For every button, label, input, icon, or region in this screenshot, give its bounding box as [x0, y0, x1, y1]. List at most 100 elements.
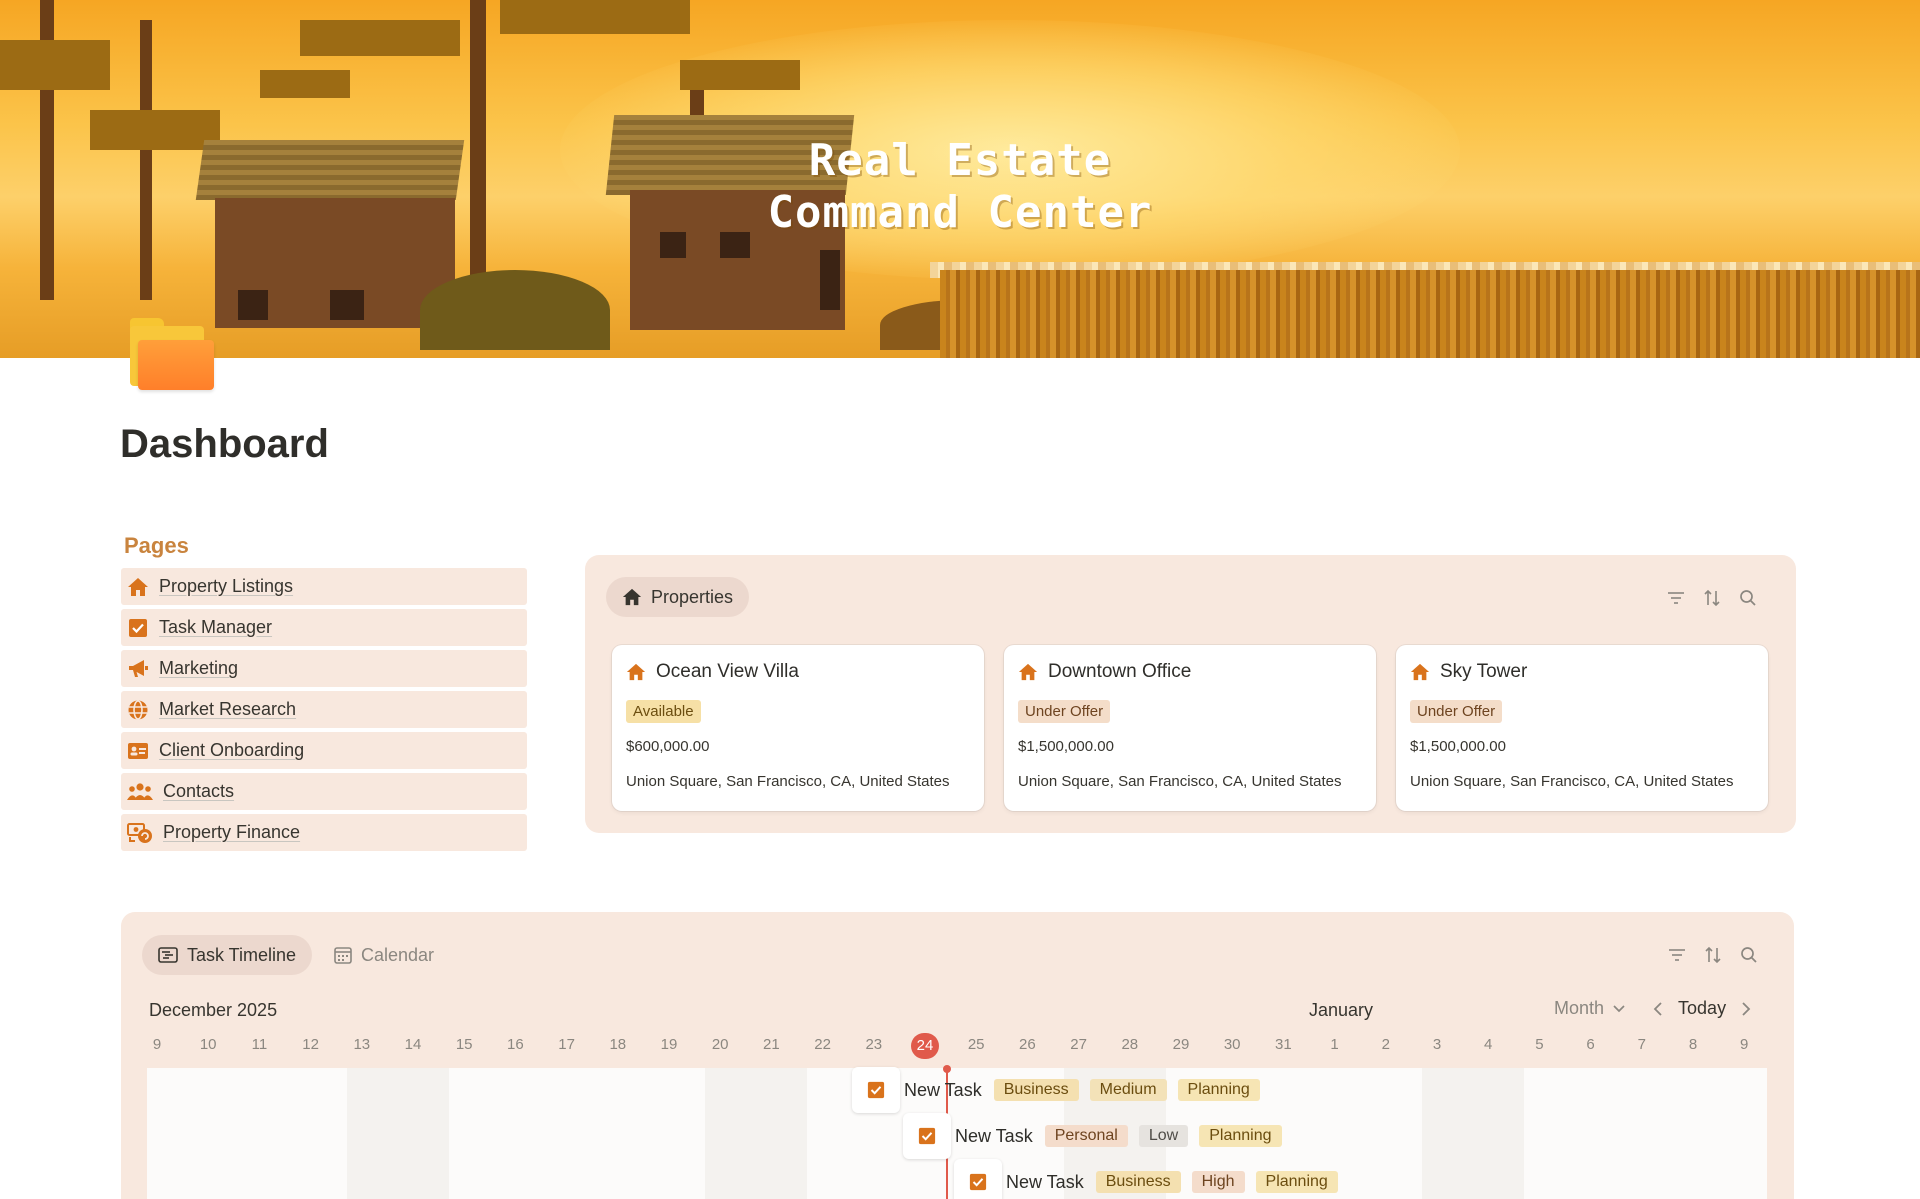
nav-label: Property Finance [163, 822, 301, 842]
status-badge: Under Offer [1018, 700, 1111, 723]
nav-item-task-manager[interactable]: Task Manager [121, 609, 527, 646]
card-title: Downtown Office [1018, 661, 1191, 683]
day-label: 5 [1535, 1036, 1544, 1053]
timeline-task[interactable]: New Task Business Medium Planning [852, 1067, 1271, 1113]
day-label: 23 [865, 1036, 883, 1053]
nav-item-client-onboarding[interactable]: Client Onboarding [121, 732, 527, 769]
scale-dropdown[interactable]: Month [1554, 998, 1626, 1019]
timeline-icon [158, 947, 178, 963]
nav-item-contacts[interactable]: Contacts [121, 773, 527, 810]
nav-item-market-research[interactable]: Market Research [121, 691, 527, 728]
house-icon [1410, 662, 1430, 682]
pages-nav: Property Listings Task Manager Marketing… [121, 568, 527, 855]
day-label: 19 [660, 1036, 678, 1053]
tag-category: Business [1095, 1171, 1181, 1193]
nav-label: Task Manager [159, 617, 273, 637]
checkbox-icon [903, 1113, 951, 1159]
tag-category: Business [993, 1079, 1079, 1101]
properties-toolbar [1666, 588, 1758, 608]
property-address: Union Square, San Francisco, CA, United … [1018, 773, 1342, 790]
day-label: 4 [1484, 1036, 1493, 1053]
month-label-current: December 2025 [149, 1000, 278, 1020]
card-title: Sky Tower [1410, 661, 1527, 683]
property-card[interactable]: Sky Tower Under Offer $1,500,000.00 Unio… [1396, 645, 1768, 811]
day-label: 25 [967, 1036, 985, 1053]
nav-label: Marketing [159, 658, 239, 678]
banner-title: Real Estate Command Center [760, 135, 1160, 239]
property-address: Union Square, San Francisco, CA, United … [1410, 773, 1734, 790]
checkbox-icon [852, 1067, 900, 1113]
house-icon [1018, 662, 1038, 682]
day-label: 27 [1070, 1036, 1087, 1053]
timeline-task[interactable]: New Task Personal Low Planning [903, 1113, 1293, 1159]
chevron-left-icon[interactable] [1648, 999, 1668, 1019]
day-label: 8 [1688, 1036, 1698, 1053]
day-label: 7 [1637, 1036, 1646, 1053]
day-label: 6 [1586, 1036, 1595, 1053]
day-label: 29 [1172, 1036, 1190, 1053]
task-name: New Task [955, 1125, 1033, 1146]
card-title: Ocean View Villa [626, 661, 799, 683]
day-label: 10 [199, 1036, 217, 1053]
tag-status: Planning [1199, 1125, 1282, 1147]
property-card[interactable]: Ocean View Villa Available $600,000.00 U… [612, 645, 984, 811]
checkbox-icon [954, 1159, 1002, 1199]
id-card-icon [127, 740, 149, 762]
pages-heading: Pages [124, 533, 189, 558]
folder-icon[interactable] [128, 318, 214, 392]
tab-properties[interactable]: Properties [606, 577, 750, 617]
sort-icon[interactable] [1702, 588, 1722, 608]
banner-title-line2: Command Center [767, 187, 1153, 238]
tab-calendar[interactable]: Calendar [318, 935, 450, 975]
day-label: 18 [609, 1036, 627, 1053]
day-label: 9 [152, 1036, 162, 1053]
chevron-down-icon [1612, 1004, 1626, 1014]
weekend-column [1422, 1068, 1524, 1199]
weekend-column [346, 1068, 449, 1199]
day-label: 3 [1432, 1036, 1442, 1053]
timeline-toolbar [1667, 945, 1759, 965]
tab-task-timeline[interactable]: Task Timeline [142, 935, 313, 975]
chevron-right-icon[interactable] [1736, 999, 1756, 1019]
scale-label: Month [1554, 998, 1605, 1018]
banner-title-line1: Real Estate [808, 135, 1112, 186]
task-name: New Task [1006, 1171, 1084, 1192]
day-label: 13 [353, 1036, 371, 1053]
tag-status: Planning [1177, 1079, 1260, 1101]
house-icon [622, 587, 642, 607]
nav-item-marketing[interactable]: Marketing [121, 650, 527, 687]
day-label: 9 [1740, 1036, 1749, 1053]
house-icon [127, 576, 149, 598]
nav-label: Property Listings [159, 576, 294, 596]
cover-banner: Real Estate Command Center [0, 0, 1920, 358]
day-label: 2 [1381, 1036, 1390, 1053]
property-card[interactable]: Downtown Office Under Offer $1,500,000.0… [1004, 645, 1376, 811]
search-icon[interactable] [1739, 945, 1759, 965]
filter-icon[interactable] [1667, 945, 1687, 965]
timeline-task[interactable]: New Task Business High Planning [954, 1159, 1349, 1199]
tag-priority: Low [1138, 1125, 1189, 1147]
sort-icon[interactable] [1703, 945, 1723, 965]
day-label: 16 [507, 1036, 524, 1053]
day-label: 11 [251, 1036, 268, 1053]
nav-item-property-listings[interactable]: Property Listings [121, 568, 527, 605]
tag-priority: Medium [1089, 1079, 1167, 1101]
globe-icon [127, 699, 149, 721]
house-icon [626, 662, 646, 682]
nav-item-property-finance[interactable]: Property Finance [121, 814, 527, 851]
property-price: $1,500,000.00 [1410, 738, 1506, 755]
tag-priority: High [1191, 1171, 1245, 1193]
day-label-today: 24 [911, 1033, 939, 1059]
page-title: Dashboard [120, 422, 329, 466]
money-cycle-icon [127, 822, 153, 844]
search-icon[interactable] [1738, 588, 1758, 608]
tag-status: Planning [1255, 1171, 1338, 1193]
megaphone-icon [127, 658, 149, 680]
nav-label: Client Onboarding [159, 740, 305, 760]
tab-label: Properties [651, 586, 734, 607]
today-button[interactable]: Today [1678, 998, 1726, 1019]
property-name: Ocean View Villa [656, 661, 799, 682]
filter-icon[interactable] [1666, 588, 1686, 608]
month-label-next: January [1309, 1000, 1374, 1020]
day-label: 17 [558, 1036, 575, 1053]
